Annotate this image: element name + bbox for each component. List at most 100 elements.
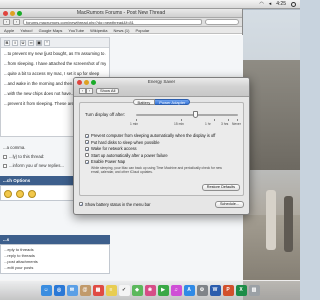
energy-options: ✓ Prevent computer from sleeping automat… bbox=[85, 133, 241, 176]
facetime-icon[interactable]: ▶ bbox=[157, 285, 169, 296]
posting-rules-heading: ...s bbox=[0, 235, 110, 244]
option-label: ...inform you of new replies... bbox=[9, 163, 64, 168]
show-all-button[interactable]: Show All bbox=[96, 88, 120, 94]
smiley-icon[interactable] bbox=[4, 190, 12, 198]
tab-battery[interactable]: Battery bbox=[132, 99, 156, 105]
wifi-icon[interactable]: ◠ bbox=[259, 0, 263, 9]
back-button[interactable]: ‹ bbox=[3, 19, 10, 25]
search-input[interactable] bbox=[205, 19, 239, 25]
display-sleep-slider[interactable] bbox=[136, 114, 238, 116]
checkbox[interactable]: ✓ bbox=[85, 133, 89, 138]
option-battery-status[interactable]: ✓ Show battery status in the menu bar bbox=[79, 202, 151, 207]
option-wake-network[interactable]: ✓ Wake for network access bbox=[85, 146, 241, 151]
browser-titlebar: MacRumors Forums - Post New Thread bbox=[0, 9, 242, 18]
tick-label: Never bbox=[232, 122, 241, 126]
option-power-nap[interactable]: ✓ Enable Power Nap bbox=[85, 159, 241, 164]
posting-rules: ...s ...eply to threads ...reply to thre… bbox=[0, 235, 110, 274]
checkbox[interactable]: ✓ bbox=[85, 159, 89, 164]
energy-toolbar: ‹ › Show All bbox=[74, 86, 249, 97]
browser-title: MacRumors Forums - Post New Thread bbox=[76, 9, 166, 16]
menubar-clock[interactable]: 4:25 bbox=[276, 0, 286, 9]
checkbox[interactable]: ✓ bbox=[79, 202, 83, 207]
tab-power-adapter[interactable]: Power Adapter bbox=[155, 99, 191, 105]
slider-tick bbox=[181, 119, 182, 121]
option-prevent-sleep[interactable]: ✓ Prevent computer from sleeping automat… bbox=[85, 133, 241, 138]
notes-icon[interactable]: ≡ bbox=[105, 285, 117, 296]
checkbox[interactable]: ✓ bbox=[85, 140, 89, 145]
bookmark-item[interactable]: Wikipedia bbox=[90, 28, 107, 33]
slider-tick-labels: 1 min 15 min 1 hr 3 hrs Never bbox=[130, 122, 244, 127]
reminders-icon[interactable]: ✓ bbox=[118, 285, 130, 296]
calendar-icon[interactable]: ▦ bbox=[92, 285, 104, 296]
search-icon[interactable] bbox=[291, 1, 296, 7]
tab-bar: Battery Power Adapter bbox=[74, 99, 249, 105]
powerpoint-icon[interactable]: P bbox=[222, 285, 234, 296]
energy-bottom-bar: ✓ Show battery status in the menu bar Sc… bbox=[79, 199, 244, 211]
finder-icon[interactable]: ☺ bbox=[40, 285, 52, 296]
bookmark-item[interactable]: News (1) bbox=[113, 28, 129, 33]
checkbox[interactable]: ✓ bbox=[85, 146, 89, 151]
option-auto-start[interactable]: Start up automatically after a power fai… bbox=[85, 153, 241, 158]
energy-titlebar: Energy Saver bbox=[74, 78, 249, 86]
restore-defaults-button[interactable]: Restore Defaults bbox=[201, 184, 240, 191]
checkbox[interactable] bbox=[85, 153, 89, 157]
editor-line: ...from sleeping. I have attached the sc… bbox=[4, 61, 106, 66]
bookmark-item[interactable]: YouTube bbox=[68, 28, 84, 33]
mail-icon[interactable]: ✉ bbox=[66, 285, 78, 296]
trash-icon[interactable]: ▥ bbox=[248, 285, 260, 296]
dock: ☺ ◎ ✉ @ ▦ ≡ ✓ ◆ ❀ ▶ ♫ A ⚙ W P X ▥ bbox=[0, 280, 300, 300]
bold-button[interactable]: B bbox=[4, 39, 10, 46]
photos-icon[interactable]: ❀ bbox=[144, 285, 156, 296]
browser-toolbar: ‹ › forums.macrumors.com/newthread.php?d… bbox=[0, 18, 242, 27]
slider-tick bbox=[136, 119, 137, 121]
bookmark-item[interactable]: Google Maps bbox=[39, 28, 63, 33]
word-icon[interactable]: W bbox=[209, 285, 221, 296]
excel-icon[interactable]: X bbox=[235, 285, 247, 296]
smiley-icon[interactable] bbox=[16, 190, 24, 198]
bookmarks-bar: Apple Yahoo! Google Maps YouTube Wikiped… bbox=[0, 27, 242, 34]
back-button[interactable]: ‹ bbox=[79, 88, 86, 94]
smiley-icon[interactable] bbox=[28, 190, 36, 198]
quote-button[interactable]: " bbox=[44, 39, 50, 46]
menubar: ◠ ◂ 4:25 bbox=[0, 0, 300, 9]
option-label: Wake for network access bbox=[91, 146, 137, 151]
forward-button[interactable]: › bbox=[13, 19, 20, 25]
slider-tick bbox=[214, 119, 215, 121]
option-label: Enable Power Nap bbox=[91, 159, 126, 164]
forward-button[interactable]: › bbox=[86, 88, 93, 94]
posting-rules-body: ...eply to threads ...reply to threads .… bbox=[0, 244, 110, 274]
schedule-button[interactable]: Schedule... bbox=[215, 201, 244, 208]
contacts-icon[interactable]: @ bbox=[79, 285, 91, 296]
bookmark-item[interactable]: Yahoo! bbox=[20, 28, 32, 33]
window-title: Energy Saver bbox=[147, 79, 176, 84]
link-button[interactable]: ∞ bbox=[28, 39, 34, 46]
option-label: Put hard disks to sleep when possible bbox=[91, 139, 160, 145]
desktop-person bbox=[266, 190, 276, 250]
bookmark-item[interactable]: Popular bbox=[136, 28, 150, 33]
back-forward-control: ‹ › bbox=[79, 88, 93, 94]
bookmark-item[interactable]: Apple bbox=[4, 28, 14, 33]
appstore-icon[interactable]: A bbox=[183, 285, 195, 296]
address-bar[interactable]: forums.macrumors.com/newthread.php?do=ne… bbox=[23, 19, 202, 25]
preferences-icon[interactable]: ⚙ bbox=[196, 285, 208, 296]
tick-label: 15 min bbox=[174, 122, 184, 126]
underline-button[interactable]: U bbox=[20, 39, 26, 46]
maps-icon[interactable]: ◆ bbox=[131, 285, 143, 296]
option-label: Start up automatically after a power fai… bbox=[91, 152, 168, 158]
option-checkbox[interactable] bbox=[3, 154, 7, 159]
slider-tick bbox=[237, 119, 238, 121]
itunes-icon[interactable]: ♫ bbox=[170, 285, 182, 296]
option-checkbox[interactable] bbox=[3, 163, 7, 168]
editor-toolbar: B I U ∞ ▣ " bbox=[1, 38, 109, 48]
tick-label: 3 hrs bbox=[221, 122, 229, 126]
option-label: Prevent computer from sleeping automatic… bbox=[91, 133, 216, 138]
slider-tick bbox=[228, 119, 229, 121]
slider-thumb[interactable] bbox=[193, 111, 199, 118]
image-button[interactable]: ▣ bbox=[36, 39, 42, 46]
safari-icon[interactable]: ◎ bbox=[53, 285, 65, 296]
energy-content: Turn display off after: 1 min 15 min 1 h… bbox=[79, 102, 244, 196]
volume-icon[interactable]: ◂ bbox=[269, 0, 272, 9]
italic-button[interactable]: I bbox=[12, 39, 18, 46]
option-disk-sleep[interactable]: ✓ Put hard disks to sleep when possible bbox=[85, 140, 241, 145]
tick-label: 1 hr bbox=[205, 122, 211, 126]
